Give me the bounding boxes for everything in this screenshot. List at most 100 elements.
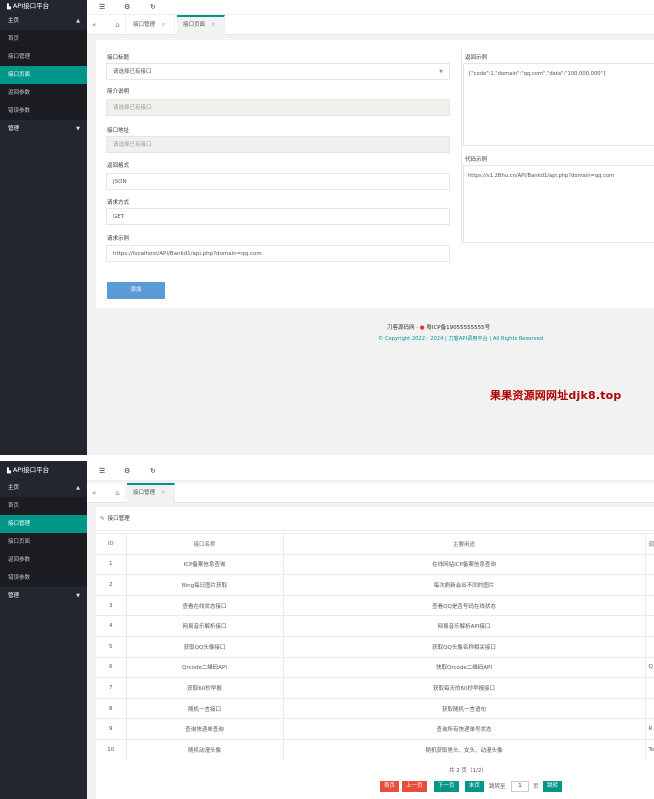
chevron-down-icon: ▼ — [439, 69, 443, 75]
settings-icon[interactable]: ⚙ — [124, 2, 130, 12]
row-name: Bing每日图片获取 — [125, 574, 284, 596]
request-example-label: 请求示例 — [107, 236, 130, 242]
row-name: 查看在线状态接口 — [125, 594, 284, 616]
table-row[interactable]: 9 查询快递单查询 查询所有快递单号状态 R — [96, 718, 654, 740]
row-id: 4 — [96, 615, 126, 637]
table-row[interactable]: 5 获取QQ头像接口 获取QQ头像名称相关接口 — [96, 635, 654, 658]
table-row[interactable]: 2 Bing每日图片获取 每次刷新会出不同的图片 — [96, 574, 654, 596]
row-id: 9 — [96, 718, 126, 740]
tab-api-manage[interactable]: 接口管理 × — [127, 483, 175, 503]
request-example-field[interactable]: https://localhost/API/Bankd1/api.php?dom… — [106, 245, 450, 262]
refresh-icon[interactable]: ↻ — [150, 2, 156, 12]
sidebar-item-return-params[interactable]: 返回参数 — [0, 84, 87, 102]
logo-icon: ▙ — [7, 4, 11, 10]
api-title-select-value: 请选择已有接口 — [113, 69, 152, 75]
method-field[interactable]: GET — [106, 208, 450, 225]
card-divider — [96, 530, 654, 531]
api-url-label: 接口地址 — [107, 128, 130, 134]
format-field[interactable]: JSON — [106, 173, 450, 190]
sidebar-item-api-manage[interactable]: 接口管理 — [0, 48, 87, 66]
refresh-icon[interactable]: ↻ — [150, 466, 156, 476]
menu-toggle-icon[interactable]: ☰ — [99, 2, 105, 12]
row-call — [645, 574, 654, 596]
sidebar-item-api-page[interactable]: 接口页面 — [0, 66, 87, 84]
footer-icp[interactable]: 粤ICP备19055555555号 — [426, 325, 490, 331]
row-purpose: 查看QQ是否号码在线状态 — [283, 594, 646, 616]
sidebar-item-error-params[interactable]: 错误参数 — [0, 102, 87, 120]
row-purpose: 获取随机一言语句 — [283, 697, 646, 719]
table-row[interactable]: 10 随机动漫头像 随机获取男头、女头、动漫头像 To — [96, 738, 654, 761]
app-logo[interactable]: ▙ API接口平台 — [0, 0, 87, 12]
first-page-button[interactable]: 首页 — [380, 781, 400, 792]
tab-api-manage[interactable]: 接口管理 × — [127, 15, 175, 35]
sidebar-group-main-label: 主页 — [8, 485, 20, 491]
next-page-button[interactable]: 下一页 — [434, 781, 459, 792]
row-call: Q — [645, 656, 654, 678]
row-id: 7 — [96, 677, 126, 699]
sidebar-group-manage-label: 管理 — [8, 126, 20, 132]
tab-api-manage-label: 接口管理 — [133, 22, 156, 28]
screenshot-api-manage: ▙ API接口平台 主页 ▲ 首页 接口管理 接口页面 返回参数 错误参数 管理 … — [0, 461, 654, 799]
footer-site-name[interactable]: 刀客源码网 — [387, 325, 415, 331]
close-icon[interactable]: × — [161, 490, 166, 496]
row-call: R — [645, 718, 654, 740]
top-header: ☰ ⚙ ↻ — [87, 461, 654, 481]
table-row[interactable]: 8 随机一言接口 获取随机一言语句 — [96, 697, 654, 719]
api-title-label: 接口标题 — [107, 55, 130, 61]
tab-api-manage-label: 接口管理 — [133, 490, 156, 496]
tabs-scroll-left-icon[interactable]: « — [92, 15, 96, 35]
sidebar-item-error-params[interactable]: 错误参数 — [0, 569, 87, 587]
api-table: ID 接口名称 主要用途 调 1 ICP备案信息查询 在线网站ICP备案信息查询 2 B… — [96, 533, 654, 761]
sidebar-item-home[interactable]: 首页 — [0, 30, 87, 48]
menu-toggle-icon[interactable]: ☰ — [99, 466, 105, 476]
return-example-box[interactable]: {"code":1,"domain":"qq.com","data":"100,… — [463, 63, 654, 146]
home-tab-icon[interactable]: ⌂ — [110, 15, 126, 35]
tabs-scroll-left-icon[interactable]: « — [92, 483, 96, 503]
sidebar: ▙ API接口平台 主页 ▲ 首页 接口管理 接口页面 返回参数 错误参数 管理 … — [0, 0, 87, 455]
sidebar-item-return-params[interactable]: 返回参数 — [0, 551, 87, 569]
last-page-button[interactable]: 末页 — [465, 781, 485, 792]
footer-copyright: © Copyright 2022 - 2024 | 刀客API调用平台 | Al… — [378, 336, 544, 342]
table-row[interactable]: 1 ICP备案信息查询 在线网站ICP备案信息查询 — [96, 553, 654, 575]
column-header-purpose: 主要用途 — [283, 533, 646, 555]
sidebar-item-api-manage[interactable]: 接口管理 — [0, 515, 87, 533]
sidebar-group-main[interactable]: 主页 ▲ — [0, 479, 87, 497]
column-header-call: 调 — [645, 533, 654, 555]
page-number-input[interactable]: 1 — [511, 781, 529, 792]
sidebar-group-manage[interactable]: 管理 ▼ — [0, 587, 87, 605]
row-name: ICP备案信息查询 — [125, 553, 284, 575]
prev-page-button[interactable]: 上一页 — [402, 781, 427, 792]
jump-to-label: 跳转至 — [489, 784, 506, 790]
code-example-box[interactable]: https://v1.2Bhu.cn/API/Bankd1/api.php?do… — [463, 165, 654, 243]
table-row[interactable]: 4 网易音乐解析接口 网易音乐解析API接口 — [96, 615, 654, 637]
table-row[interactable]: 6 Qrcode二维码API 快取Qrcode二维码API Q — [96, 656, 654, 678]
tab-api-page[interactable]: 接口页面 × — [177, 15, 225, 35]
row-name: 获取QQ头像接口 — [125, 635, 284, 658]
app-title: API接口平台 — [12, 466, 50, 474]
sidebar-group-manage[interactable]: 管理 ▼ — [0, 120, 87, 138]
table-row[interactable]: 7 获取60秒早报 获取每天的60秒早报接口 — [96, 677, 654, 699]
sidebar-group-main[interactable]: 主页 ▲ — [0, 12, 87, 30]
logo-icon: ▙ — [7, 468, 11, 474]
settings-icon[interactable]: ⚙ — [124, 466, 130, 476]
row-call — [645, 594, 654, 616]
row-name: Qrcode二维码API — [125, 656, 284, 678]
sidebar-group-manage-label: 管理 — [8, 593, 20, 599]
home-tab-icon[interactable]: ⌂ — [110, 483, 126, 503]
close-icon[interactable]: × — [211, 22, 216, 28]
sidebar-submenu: 首页 接口管理 接口页面 返回参数 错误参数 — [0, 30, 87, 120]
sidebar-item-api-page[interactable]: 接口页面 — [0, 533, 87, 551]
table-row[interactable]: 3 查看在线状态接口 查看QQ是否号码在线状态 — [96, 594, 654, 616]
close-icon[interactable]: × — [161, 22, 166, 28]
row-id: 2 — [96, 574, 126, 596]
app-logo[interactable]: ▙ API接口平台 — [0, 461, 87, 479]
api-title-select[interactable]: 请选择已有接口 ▼ — [106, 63, 450, 80]
intro-label: 简介说明 — [107, 89, 130, 95]
row-call — [645, 553, 654, 575]
jump-button[interactable]: 跳转 — [543, 781, 563, 792]
sidebar-group-main-label: 主页 — [8, 18, 20, 24]
row-purpose: 获取QQ头像名称相关接口 — [283, 635, 646, 658]
sidebar-item-home[interactable]: 首页 — [0, 497, 87, 515]
add-button[interactable]: 添加 — [107, 282, 165, 299]
row-name: 查询快递单查询 — [125, 718, 284, 740]
